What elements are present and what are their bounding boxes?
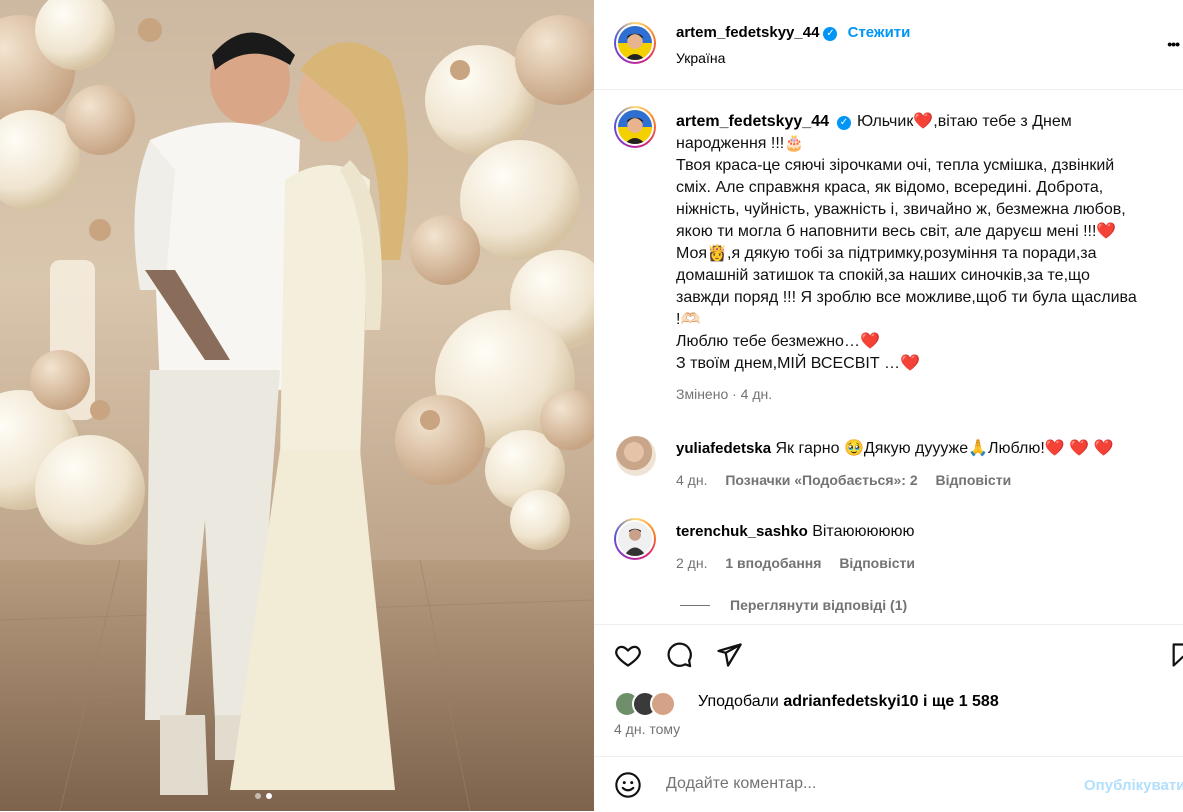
carousel-dots: [255, 793, 272, 799]
comment-body: Як гарно 🥹Дякую дуууже🙏Люблю!❤️ ❤️ ❤️: [775, 440, 1114, 457]
likes-user-link[interactable]: adrianfedetskyi10: [783, 693, 918, 710]
view-replies-button[interactable]: Переглянути відповіді (1): [680, 597, 907, 613]
likes-count-link[interactable]: і ще 1 588: [923, 693, 999, 710]
caption-line: народження !!!🎂: [676, 135, 805, 152]
caption-author-avatar[interactable]: [614, 106, 656, 148]
caption-line: сміх. Але справжня краса, як відомо, все…: [676, 179, 1104, 196]
carousel-dot-active[interactable]: [266, 793, 272, 799]
reply-button[interactable]: Відповісти: [936, 472, 1012, 488]
post-location[interactable]: Україна: [676, 50, 725, 66]
verified-badge-icon: ✓: [823, 27, 838, 41]
likes-prefix: Уподобали: [698, 693, 779, 710]
comment-icon[interactable]: [665, 641, 693, 669]
post-time[interactable]: 4 дн. тому: [614, 721, 680, 737]
caption-line: домашній затишок та спокій,за наших сино…: [676, 267, 1090, 284]
caption-username[interactable]: artem_fedetskyy_44: [676, 113, 829, 130]
comment-likes[interactable]: 1 вподобання: [725, 555, 821, 571]
avatar-face-icon: [618, 110, 652, 144]
comment-username[interactable]: yuliafedetska: [676, 440, 771, 457]
post-panel: artem_fedetskyy_44 ✓ Стежити Україна ••• …: [594, 0, 1183, 811]
avatar-face-icon: [618, 26, 652, 60]
replies-divider: [680, 605, 710, 606]
comment-item: terenchuk_sashko Вітаюююююю: [676, 521, 914, 543]
caption-line: завжди поряд !!! Я зроблю все можливе,що…: [676, 289, 1137, 306]
caption-line: якою ти могла б наповнити весь світ, але…: [676, 223, 1117, 240]
caption-line: З твоїм днем,МІЙ ВСЕСВІТ …❤️: [676, 355, 920, 372]
caption-meta: Змінено · 4 дн.: [676, 386, 773, 402]
caption-line: !🫶🏻: [676, 311, 701, 328]
comment-time: 4 дн.: [676, 472, 708, 488]
photo-illustration: [0, 0, 594, 811]
comment-input[interactable]: [664, 774, 1068, 794]
author-avatar[interactable]: [614, 22, 656, 64]
comment-time: 2 дн.: [676, 555, 708, 571]
post-caption: artem_fedetskyy_44 ✓ Юльчик❤️,вітаю тебе з…: [676, 111, 1181, 405]
post-photo[interactable]: [0, 0, 594, 811]
commenter-avatar[interactable]: [614, 518, 656, 560]
post-header: artem_fedetskyy_44 ✓ Стежити Україна •••: [594, 0, 1183, 90]
caption-line: ніжність, чуйність, уважність і, звичайн…: [676, 201, 1126, 218]
author-username[interactable]: artem_fedetskyy_44: [676, 24, 819, 41]
comment-likes[interactable]: Позначки «Подобається»: 2: [725, 472, 917, 488]
reply-button[interactable]: Відповісти: [839, 555, 915, 571]
follow-button[interactable]: Стежити: [848, 24, 911, 41]
publish-button[interactable]: Опублікувати: [1084, 777, 1183, 794]
caption-line: Люблю тебе безмежно…❤️: [676, 333, 880, 350]
caption-line: Юльчик❤️,вітаю тебе з Днем: [857, 113, 1072, 130]
commenter-avatar[interactable]: [616, 436, 656, 476]
caption-line: Твоя краса-це сяючі зірочками очі, тепла…: [676, 157, 1115, 174]
bookmark-icon[interactable]: [1169, 641, 1183, 669]
caption-line: Моя👸,я дякую тобі за підтримку,розуміння…: [676, 245, 1097, 262]
likes-summary: Уподобали adrianfedetskyi10 і ще 1 588: [698, 693, 999, 711]
avatar-person-icon: [618, 522, 652, 556]
verified-badge-icon: ✓: [837, 116, 851, 130]
comment-username[interactable]: terenchuk_sashko: [676, 523, 808, 540]
more-options-icon[interactable]: •••: [1167, 36, 1180, 52]
view-replies-label[interactable]: Переглянути відповіді (1): [730, 597, 907, 613]
comment-meta: 2 дн. 1 вподобання Відповісти: [676, 555, 929, 571]
liker-avatar[interactable]: [650, 691, 676, 717]
comment-composer: Опублікувати: [594, 756, 1183, 812]
comment-body: Вітаюююююю: [812, 523, 915, 540]
share-icon[interactable]: [715, 641, 743, 669]
comment-item: yuliafedetska Як гарно 🥹Дякую дуууже🙏Люб…: [676, 438, 1113, 460]
smiley-icon[interactable]: [614, 771, 642, 799]
heart-icon[interactable]: [614, 641, 642, 669]
comment-meta: 4 дн. Позначки «Подобається»: 2 Відповіс…: [676, 472, 1025, 488]
carousel-dot[interactable]: [255, 793, 261, 799]
